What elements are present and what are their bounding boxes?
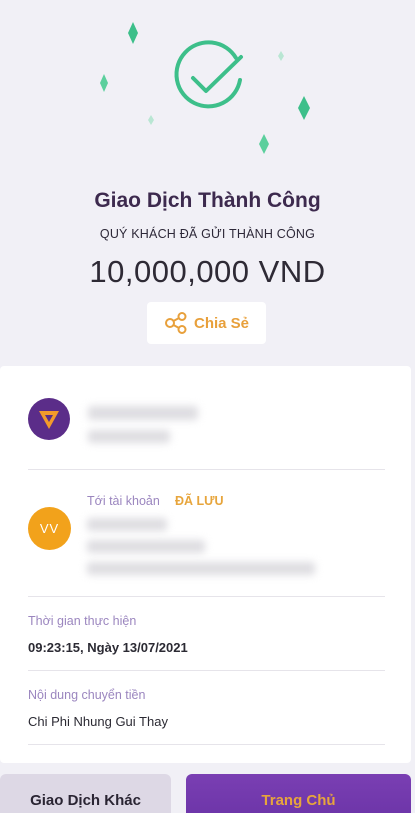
recipient-bank-redacted [87,562,315,575]
sender-name-redacted [88,406,198,420]
other-transaction-button[interactable]: Giao Dịch Khác [0,774,171,813]
transfer-success-screen: Giao Dịch Thành Công QUÝ KHÁCH ĐÃ GỬI TH… [0,0,415,813]
transfer-amount: 10,000,000 VND [89,254,326,289]
divider [28,596,385,597]
divider [28,469,385,470]
sparkle-icon [100,74,108,92]
status-subtitle: QUÝ KHÁCH ĐÃ GỬI THÀNH CÔNG [99,227,316,241]
content-value: Chi Phi Nhung Gui Thay [28,714,168,729]
saved-badge: ĐÃ LƯU [175,494,224,508]
recipient-account-redacted [87,540,205,553]
share-button[interactable]: Chia Sẻ [147,302,266,344]
divider [28,670,385,671]
time-value: 09:23:15, Ngày 13/07/2021 [28,640,188,655]
sparkle-icon [148,115,154,125]
success-header: Giao Dịch Thành Công QUÝ KHÁCH ĐÃ GỬI TH… [0,0,415,366]
bank-logo [28,398,70,440]
content-label: Nội dung chuyển tiền [28,688,146,702]
sparkle-icon [298,96,310,120]
to-account-label: Tới tài khoản [87,494,160,508]
divider [28,744,385,745]
sparkle-icon [259,134,269,154]
success-check-icon [100,22,310,154]
recipient-avatar: VV [28,507,71,550]
home-button[interactable]: Trang Chủ [186,774,411,813]
bank-logo-icon [39,411,59,429]
time-label: Thời gian thực hiện [28,614,137,628]
share-icon [164,312,187,334]
sparkle-icon [278,51,284,61]
transfer-detail-card: Tới tài khoản ĐÃ LƯU VV Thời gian thực h… [0,366,411,763]
recipient-name-redacted [87,518,167,531]
status-title: Giao Dịch Thành Công [94,189,321,212]
share-label: Chia Sẻ [193,314,250,332]
sparkle-icon [128,22,138,44]
sender-account-redacted [88,430,170,443]
